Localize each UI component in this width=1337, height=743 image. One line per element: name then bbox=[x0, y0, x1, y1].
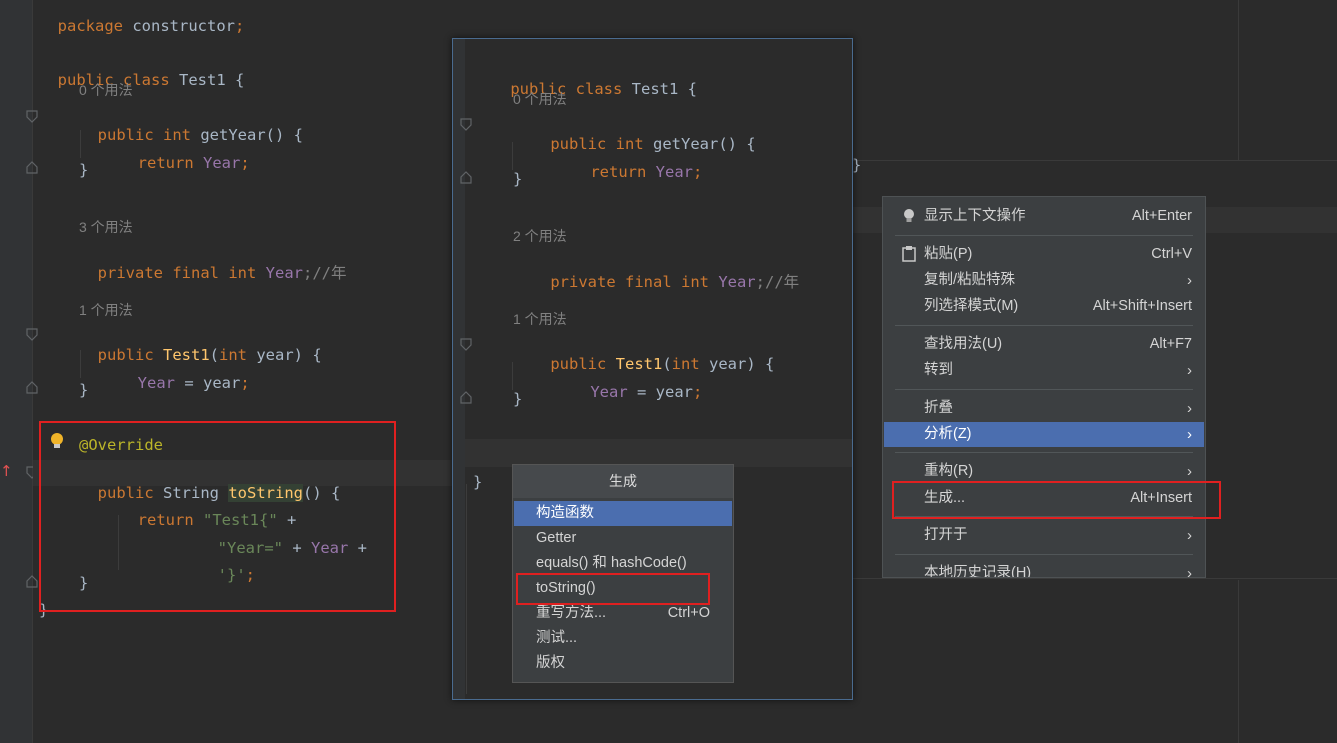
indent-guide bbox=[80, 350, 81, 378]
fold-end-icon[interactable] bbox=[26, 380, 38, 394]
code-line-brace: } bbox=[513, 390, 523, 408]
menu-item-paste[interactable]: 粘贴(P) Ctrl+V bbox=[884, 242, 1204, 267]
code-line-class: public class Test1 { bbox=[510, 80, 697, 98]
generate-item-constructor[interactable]: 构造函数 bbox=[514, 501, 732, 526]
code-line-return: return Year; bbox=[137, 154, 250, 172]
generate-menu-title: 生成 bbox=[513, 465, 733, 498]
usage-hint[interactable]: 1 个用法 bbox=[513, 309, 567, 329]
highlight-box-generate-item bbox=[892, 481, 1221, 519]
bulb-icon bbox=[904, 209, 914, 222]
code-line-brace: } bbox=[79, 161, 89, 179]
chevron-right-icon: › bbox=[1187, 426, 1192, 443]
usage-hint[interactable]: 0 个用法 bbox=[79, 80, 133, 100]
fold-marker-icon[interactable] bbox=[460, 338, 472, 352]
code-line-class-close: } bbox=[473, 473, 483, 491]
menu-separator bbox=[895, 325, 1193, 326]
menu-item-find-usages[interactable]: 查找用法(U) Alt+F7 bbox=[884, 332, 1204, 357]
menu-item-goto[interactable]: 转到 › bbox=[884, 358, 1204, 383]
code-line-return: return Year; bbox=[590, 163, 703, 181]
code-line-brace: } bbox=[852, 156, 862, 174]
usage-hint[interactable]: 2 个用法 bbox=[513, 226, 567, 246]
chevron-right-icon: › bbox=[1187, 565, 1192, 578]
fold-marker-icon[interactable] bbox=[26, 110, 38, 124]
highlight-box-tostring-item bbox=[516, 573, 710, 605]
menu-separator bbox=[895, 452, 1193, 453]
usage-hint[interactable]: 0 个用法 bbox=[513, 89, 567, 109]
right-margin-guide bbox=[1238, 580, 1239, 743]
popup-gutter bbox=[453, 39, 465, 699]
code-line-field: private final int Year;//年 bbox=[550, 273, 800, 291]
fold-marker-icon[interactable] bbox=[460, 118, 472, 132]
code-line-package: package constructor; bbox=[57, 17, 245, 35]
clipboard-icon bbox=[902, 246, 916, 262]
menu-item-analyze[interactable]: 分析(Z) › bbox=[884, 422, 1204, 447]
chevron-right-icon: › bbox=[1187, 527, 1192, 544]
fold-end-icon[interactable] bbox=[460, 390, 472, 404]
code-line-brace: } bbox=[79, 381, 89, 399]
menu-item-copy-paste-special[interactable]: 复制/粘贴特殊 › bbox=[884, 268, 1204, 293]
chevron-right-icon: › bbox=[1187, 272, 1192, 289]
code-line-brace: } bbox=[513, 170, 523, 188]
usage-hint[interactable]: 3 个用法 bbox=[79, 217, 133, 237]
right-margin-guide bbox=[1238, 0, 1239, 160]
menu-separator bbox=[895, 389, 1193, 390]
menu-item-open-in[interactable]: 打开于 › bbox=[884, 523, 1204, 548]
generate-item-getter[interactable]: Getter bbox=[514, 526, 732, 551]
code-line-assign: Year = year; bbox=[590, 383, 703, 401]
chevron-right-icon: › bbox=[1187, 362, 1192, 379]
editor-divider bbox=[852, 578, 1337, 579]
code-line-field: private final int Year;//年 bbox=[97, 264, 347, 282]
override-marker-icon[interactable]: ↑ bbox=[0, 462, 13, 480]
highlight-box-tostring-method bbox=[39, 421, 396, 612]
context-menu[interactable]: 显示上下文操作 Alt+Enter 粘贴(P) Ctrl+V 复制/粘贴特殊 › 列选… bbox=[882, 196, 1206, 578]
current-line-highlight bbox=[465, 439, 852, 467]
fold-end-icon[interactable] bbox=[460, 170, 472, 184]
generate-item-copyright[interactable]: 版权 bbox=[514, 651, 732, 676]
menu-item-folding[interactable]: 折叠 › bbox=[884, 396, 1204, 421]
menu-item-column-selection[interactable]: 列选择模式(M) Alt+Shift+Insert bbox=[884, 294, 1204, 319]
chevron-right-icon: › bbox=[1187, 400, 1192, 417]
fold-end-icon[interactable] bbox=[26, 574, 38, 588]
menu-item-show-context-actions[interactable]: 显示上下文操作 Alt+Enter bbox=[884, 204, 1204, 229]
menu-separator bbox=[895, 235, 1193, 236]
menu-separator bbox=[895, 554, 1193, 555]
indent-guide bbox=[466, 484, 467, 694]
usage-hint[interactable]: 1 个用法 bbox=[79, 300, 133, 320]
indent-guide bbox=[80, 130, 81, 158]
code-line-assign: Year = year; bbox=[137, 374, 250, 392]
generate-item-test[interactable]: 测试... bbox=[514, 626, 732, 651]
fold-marker-icon[interactable] bbox=[26, 328, 38, 342]
code-line-class: public class Test1 { bbox=[57, 71, 245, 89]
menu-item-local-history[interactable]: 本地历史记录(H) › bbox=[884, 561, 1204, 578]
fold-end-icon[interactable] bbox=[26, 160, 38, 174]
